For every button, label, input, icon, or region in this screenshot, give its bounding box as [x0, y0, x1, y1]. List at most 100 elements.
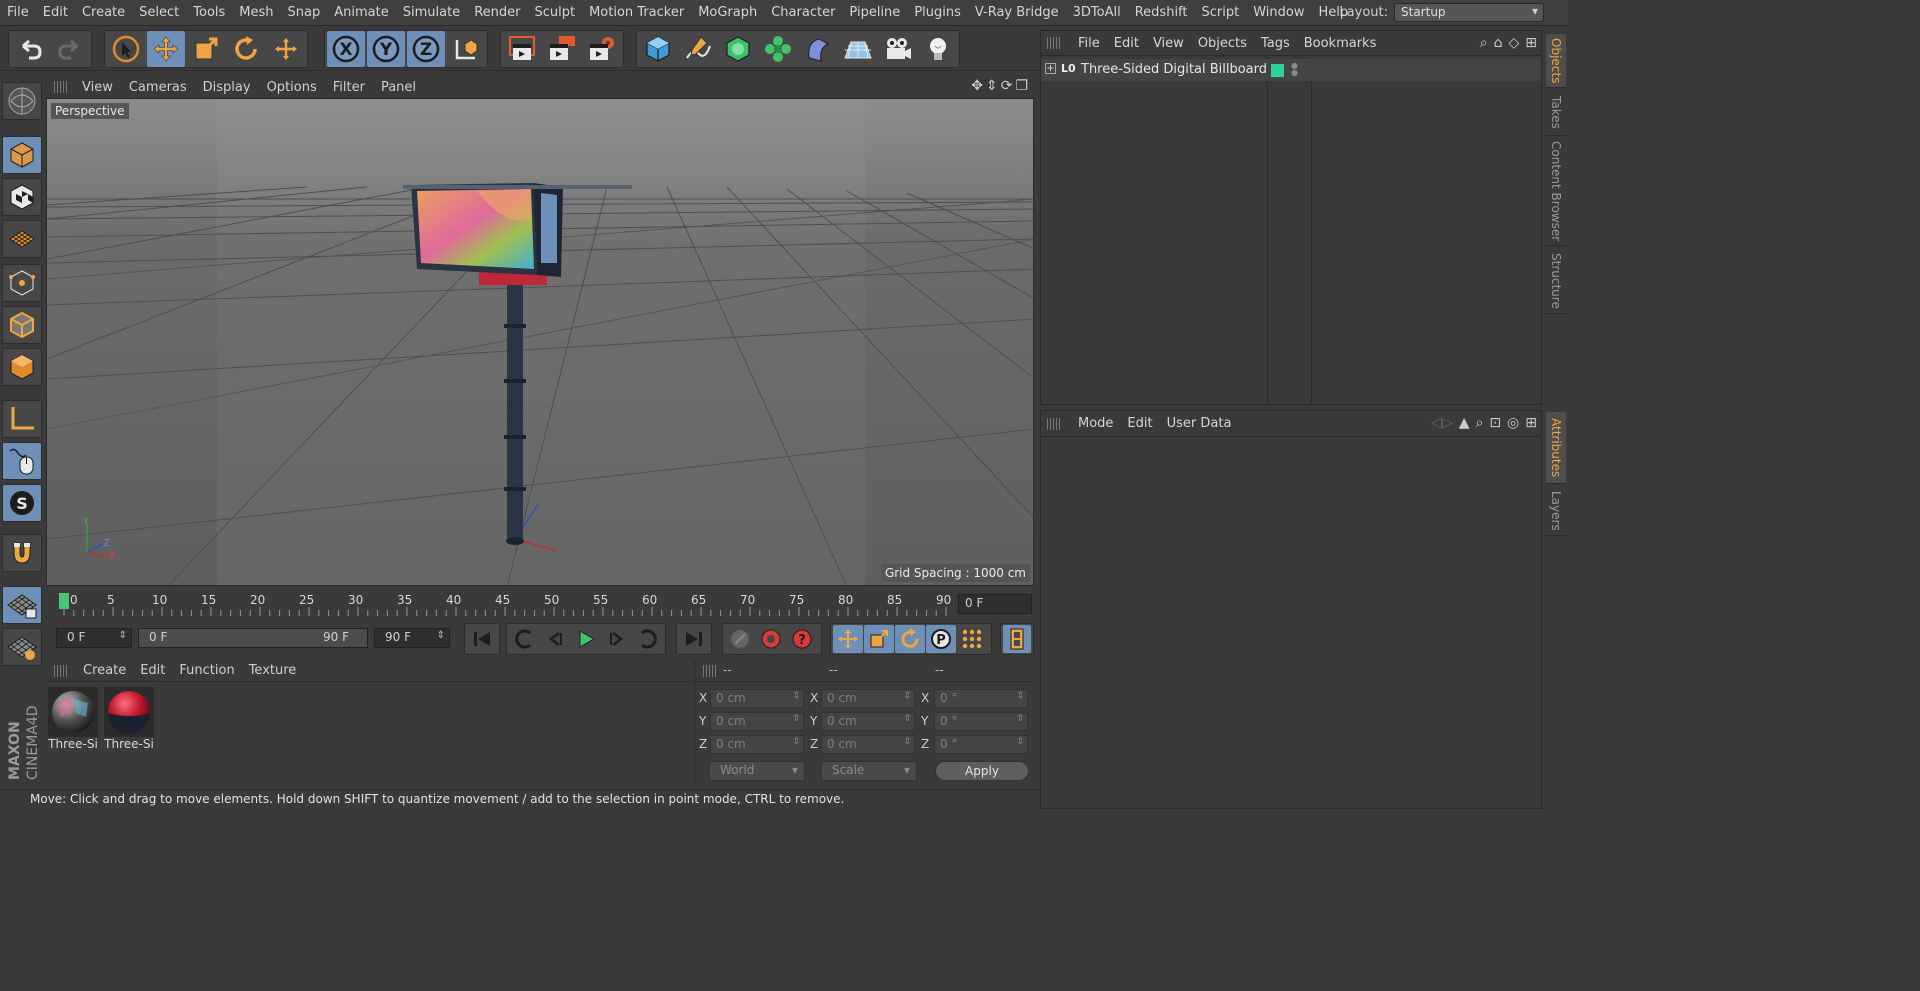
tab-objects[interactable]: Objects: [1546, 34, 1566, 88]
scale-tool-button[interactable]: [187, 31, 225, 67]
objects-menu-file[interactable]: File: [1071, 36, 1107, 51]
menu-script[interactable]: Script: [1195, 5, 1247, 20]
orbit-view-icon[interactable]: ⟳: [1001, 78, 1013, 94]
frame-ruler[interactable]: 0 5 10 15 20 25 30 35 40 45 50 55 60 65 …: [56, 591, 951, 617]
viewport-menu-filter[interactable]: Filter: [325, 80, 373, 95]
points-mode-button[interactable]: [2, 264, 42, 302]
rotation-p-field[interactable]: 0 °: [934, 712, 1028, 731]
panel-grip[interactable]: [54, 664, 68, 677]
menu-edit[interactable]: Edit: [36, 5, 75, 20]
tweak-mode-button[interactable]: [2, 442, 42, 480]
menu-snap[interactable]: Snap: [281, 5, 328, 20]
position-x-field[interactable]: 0 cm: [710, 689, 804, 708]
autokeying-button[interactable]: [756, 625, 786, 653]
new-panel-icon[interactable]: ⊞: [1525, 415, 1537, 431]
workplane-mode-button[interactable]: [2, 220, 42, 258]
current-frame-field[interactable]: 0 F: [958, 594, 1032, 614]
viewport-menu-options[interactable]: Options: [259, 80, 325, 95]
material-menu-texture[interactable]: Texture: [242, 663, 304, 678]
object-row[interactable]: + L0 Three-Sided Digital Billboard x ● ●: [1041, 59, 1541, 81]
material-menu-edit[interactable]: Edit: [133, 663, 172, 678]
back-icon[interactable]: ◇: [1508, 35, 1519, 51]
render-view-button[interactable]: [503, 31, 541, 67]
tab-structure[interactable]: Structure: [1546, 248, 1566, 314]
menu-tools[interactable]: Tools: [186, 5, 232, 20]
viewport-menu-view[interactable]: View: [74, 80, 121, 95]
menu-window[interactable]: Window: [1246, 5, 1311, 20]
menu-simulate[interactable]: Simulate: [396, 5, 467, 20]
menu-select[interactable]: Select: [132, 5, 186, 20]
previous-frame-button[interactable]: [540, 625, 570, 653]
new-panel-icon[interactable]: ⊞: [1525, 35, 1537, 51]
previous-key-button[interactable]: [509, 625, 539, 653]
size-mode-dropdown[interactable]: Scale: [821, 761, 917, 781]
tab-takes[interactable]: Takes: [1546, 90, 1566, 136]
panel-grip[interactable]: [1047, 417, 1061, 430]
menu-sculpt[interactable]: Sculpt: [527, 5, 582, 20]
point-level-key-toggle[interactable]: [957, 625, 987, 653]
undo-button[interactable]: [11, 31, 49, 67]
tab-attributes[interactable]: Attributes: [1546, 412, 1566, 484]
size-x-field[interactable]: 0 cm: [821, 689, 915, 708]
end-frame-field[interactable]: 90 F ⇕: [374, 628, 450, 648]
z-axis-toggle[interactable]: Z: [407, 31, 445, 67]
menu-redshift[interactable]: Redshift: [1128, 5, 1195, 20]
spinner-icon[interactable]: ⇕: [119, 630, 127, 641]
preview-range-slider[interactable]: 0 F 90 F: [138, 628, 368, 648]
menu-vray-bridge[interactable]: V-Ray Bridge: [968, 5, 1066, 20]
record-active-objects-button[interactable]: [725, 625, 755, 653]
attributes-menu-mode[interactable]: Mode: [1071, 416, 1120, 431]
viewport-menu-display[interactable]: Display: [195, 80, 259, 95]
model-mode-button[interactable]: [2, 136, 42, 174]
axis-mode-button[interactable]: [2, 400, 42, 438]
expand-icon[interactable]: +: [1045, 63, 1056, 74]
perspective-viewport[interactable]: Perspective Grid Spacing : 1000 cm Y Z X: [46, 98, 1034, 586]
move-tool-button[interactable]: [147, 31, 185, 67]
planar-workplane-button[interactable]: [2, 628, 42, 666]
panel-grip[interactable]: [54, 81, 68, 93]
coordinate-system-button[interactable]: [447, 31, 485, 67]
live-selection-button[interactable]: [107, 31, 145, 67]
objects-menu-edit[interactable]: Edit: [1107, 36, 1146, 51]
menu-pipeline[interactable]: Pipeline: [842, 5, 907, 20]
parameter-key-toggle[interactable]: P: [926, 625, 956, 653]
objects-menu-objects[interactable]: Objects: [1191, 36, 1254, 51]
menu-mograph[interactable]: MoGraph: [691, 5, 764, 20]
transform-tool-button[interactable]: [267, 31, 305, 67]
coordinate-mode-dropdown[interactable]: World: [709, 761, 805, 781]
search-icon[interactable]: ⌕: [1475, 415, 1483, 431]
material-swatch[interactable]: Three-Si: [104, 687, 154, 751]
rotation-b-field[interactable]: 0 °: [934, 735, 1028, 754]
light-button[interactable]: [919, 31, 957, 67]
cloner-button[interactable]: [759, 31, 797, 67]
menu-mesh[interactable]: Mesh: [232, 5, 280, 20]
goto-end-button[interactable]: [679, 625, 709, 653]
snap-toggle-button[interactable]: [2, 534, 42, 572]
viewport-menu-cameras[interactable]: Cameras: [121, 80, 195, 95]
pen-spline-button[interactable]: [679, 31, 717, 67]
subdivision-surface-button[interactable]: [719, 31, 757, 67]
maximize-view-icon[interactable]: ❐: [1015, 78, 1028, 94]
lock-icon[interactable]: ⊡: [1489, 415, 1501, 431]
position-z-field[interactable]: 0 cm: [710, 735, 804, 754]
tab-content-browser[interactable]: Content Browser: [1546, 138, 1566, 246]
layout-dropdown[interactable]: Startup: [1394, 3, 1544, 22]
panel-grip[interactable]: [703, 664, 717, 677]
panel-grip[interactable]: [1047, 37, 1061, 49]
menu-create[interactable]: Create: [75, 5, 132, 20]
material-menu-create[interactable]: Create: [76, 663, 133, 678]
pan-view-icon[interactable]: ✥: [971, 78, 983, 94]
cube-button[interactable]: [639, 31, 677, 67]
size-z-field[interactable]: 0 cm: [821, 735, 915, 754]
menu-animate[interactable]: Animate: [327, 5, 395, 20]
workplane-lock-button[interactable]: [2, 586, 42, 624]
deformer-button[interactable]: [799, 31, 837, 67]
position-y-field[interactable]: 0 cm: [710, 712, 804, 731]
texture-mode-button[interactable]: [2, 178, 42, 216]
menu-render[interactable]: Render: [467, 5, 527, 20]
attributes-menu-edit[interactable]: Edit: [1120, 416, 1159, 431]
back-arrow-icon[interactable]: ◁▷: [1431, 415, 1453, 431]
material-menu-function[interactable]: Function: [172, 663, 241, 678]
keyframe-selection-button[interactable]: ?: [787, 625, 817, 653]
object-name[interactable]: Three-Sided Digital Billboard x: [1081, 62, 1279, 77]
